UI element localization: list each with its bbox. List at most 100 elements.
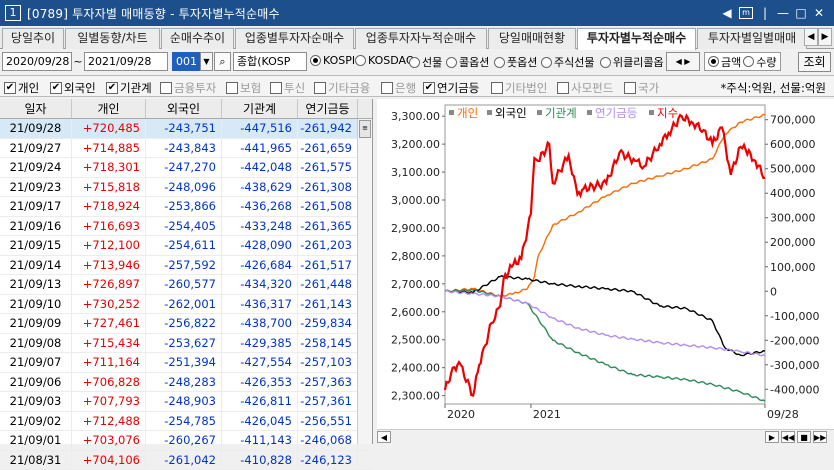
table-row[interactable]: 21/09/16+716,693-254,405-433,248-261,365: [0, 217, 372, 237]
prev-arrow-icon[interactable]: ◀: [718, 6, 736, 20]
tab-investor-cumulative[interactable]: 투자자별누적순매수: [577, 28, 696, 50]
table-row[interactable]: 21/09/14+713,946-257,592-426,684-261,517: [0, 256, 372, 276]
tab-intraday-status[interactable]: 당일매매현황: [488, 28, 576, 49]
radio-amount-dot[interactable]: [708, 56, 719, 67]
table-row[interactable]: 21/09/07+711,164-251,394-427,554-257,103: [0, 353, 372, 373]
tab-left-icon[interactable]: ◀: [804, 28, 818, 46]
filter-trust-checkbox[interactable]: [270, 82, 282, 94]
table-row[interactable]: 21/09/13+726,897-260,577-434,320-261,448: [0, 275, 372, 295]
filter-other-corp-checkbox[interactable]: [491, 82, 503, 94]
table-row[interactable]: 21/09/10+730,252-262,001-436,317-261,143: [0, 295, 372, 315]
table-row[interactable]: 21/09/03+707,793-248,903-426,811-257,361: [0, 392, 372, 412]
filter-private-fund[interactable]: 사모펀드: [557, 80, 613, 96]
tab-sector-cumulative[interactable]: 업종투자자누적순매수: [355, 28, 487, 49]
stop-icon[interactable]: ■: [797, 431, 811, 443]
filter-trust[interactable]: 투신: [270, 80, 305, 96]
query-button[interactable]: 조회: [798, 52, 831, 72]
radio-kospi-dot[interactable]: [310, 55, 321, 66]
header-pension[interactable]: 연기금등: [298, 99, 358, 118]
header-institution[interactable]: 기관계: [222, 99, 298, 118]
date-to-input[interactable]: 2021/09/28: [84, 52, 168, 71]
filter-pension-checkbox[interactable]: ✔: [423, 82, 435, 94]
scroll-thumb[interactable]: ≡: [359, 120, 371, 138]
radio-stock-futures[interactable]: 주식선물: [541, 54, 594, 70]
filter-foreign[interactable]: ✔외국인: [50, 80, 96, 96]
header-date[interactable]: 일자: [0, 99, 72, 118]
tab-sector-investor[interactable]: 업종별투자자순매수: [235, 28, 354, 49]
radio-weekly-call[interactable]: 위클리콜옵: [600, 54, 664, 70]
filter-individual-checkbox[interactable]: ✔: [4, 82, 16, 94]
filter-insurance-checkbox[interactable]: [226, 82, 238, 94]
radio-call-dot[interactable]: [446, 57, 457, 68]
filter-foreign-checkbox[interactable]: ✔: [50, 82, 62, 94]
tab-daily-trend[interactable]: 당일추이: [2, 28, 64, 49]
search-icon[interactable]: ⌕: [214, 52, 231, 71]
header-individual[interactable]: 개인: [72, 99, 146, 118]
scroll-last-icon[interactable]: ▶▶: [813, 431, 827, 443]
filter-government[interactable]: 국가: [624, 80, 659, 96]
filter-private-fund-checkbox[interactable]: [557, 82, 569, 94]
filter-other-corp[interactable]: 기타법인: [491, 80, 547, 96]
memo-icon[interactable]: m: [739, 7, 753, 19]
table-row[interactable]: 21/09/23+715,818-248,096-438,629-261,308: [0, 178, 372, 198]
radio-kosdaq[interactable]: KOSDAQ: [355, 54, 415, 67]
radio-kosdaq-dot[interactable]: [355, 55, 366, 66]
cell-pension: -257,103: [298, 353, 358, 372]
filter-bank-checkbox[interactable]: [381, 82, 393, 94]
filter-insurance[interactable]: 보험: [226, 80, 261, 96]
table-row[interactable]: 21/09/27+714,885-243,843-441,965-261,659: [0, 139, 372, 159]
filter-bank[interactable]: 은행: [381, 80, 416, 96]
filter-individual-label: 개인: [18, 80, 39, 96]
radio-put-dot[interactable]: [494, 57, 505, 68]
radio-kospi[interactable]: KOSPI: [310, 54, 355, 67]
chart-scrollbar[interactable]: ◀ ▶ ◀◀ ■ ▶▶: [377, 429, 834, 444]
pin-icon[interactable]: |: [756, 6, 774, 20]
filter-pension[interactable]: ✔연기금등: [423, 80, 479, 96]
table-row[interactable]: 21/09/06+706,828-248,283-426,353-257,363: [0, 373, 372, 393]
table-row[interactable]: 21/09/15+712,100-254,611-428,090-261,203: [0, 236, 372, 256]
filter-other-finance-checkbox[interactable]: [314, 82, 326, 94]
table-row[interactable]: 21/08/31+704,106-261,042-410,828-246,123: [0, 451, 372, 470]
table-row[interactable]: 21/09/02+712,488-254,785-426,045-256,551: [0, 412, 372, 432]
table-scrollbar[interactable]: ≡: [357, 119, 372, 444]
filter-financial-checkbox[interactable]: [160, 82, 172, 94]
close-icon[interactable]: ✕: [810, 6, 828, 20]
tab-daily-chart[interactable]: 일별동향/차트: [65, 28, 160, 49]
filter-other-finance[interactable]: 기타금융: [314, 80, 370, 96]
radio-weekly-dot[interactable]: [600, 57, 611, 68]
chart-panel: 3,300.003,200.003,100.003,000.002,900.00…: [377, 99, 834, 444]
right-tick-label: -300,000: [770, 359, 819, 372]
radio-call-option[interactable]: 콜옵션: [446, 54, 489, 70]
scroll-left-icon[interactable]: ◀: [377, 431, 391, 443]
table-row[interactable]: 21/09/28+720,485-243,751-447,516-261,942: [0, 119, 372, 139]
tab-investor-daily[interactable]: 투자자별일별매매: [697, 28, 807, 49]
radio-stock-futures-dot[interactable]: [541, 57, 552, 68]
table-row[interactable]: 21/09/08+715,434-253,627-429,385-258,145: [0, 334, 372, 354]
tab-net-buy-trend[interactable]: 순매수추이: [161, 28, 234, 49]
filter-institution[interactable]: ✔기관계: [106, 80, 152, 96]
market-arrows[interactable]: ◀ ▶: [666, 52, 700, 71]
table-row[interactable]: 21/09/01+703,076-260,267-411,143-246,068: [0, 431, 372, 451]
scroll-first-icon[interactable]: ◀◀: [781, 431, 795, 443]
table-row[interactable]: 21/09/24+718,301-247,270-442,048-261,575: [0, 158, 372, 178]
table-row[interactable]: 21/09/17+718,924-253,866-436,268-261,508: [0, 197, 372, 217]
header-foreign[interactable]: 외국인: [146, 99, 222, 118]
scroll-right-icon[interactable]: ▶: [765, 431, 779, 443]
radio-put-option[interactable]: 풋옵션: [494, 54, 537, 70]
table-row[interactable]: 21/09/09+727,461-256,822-438,700-259,834: [0, 314, 372, 334]
radio-futures[interactable]: 선물: [409, 54, 442, 70]
filter-institution-checkbox[interactable]: ✔: [106, 82, 118, 94]
filter-individual[interactable]: ✔개인: [4, 80, 39, 96]
radio-futures-dot[interactable]: [409, 57, 420, 68]
minimize-icon[interactable]: —: [774, 6, 792, 20]
market-dropdown-icon[interactable]: ▼: [200, 52, 213, 71]
date-from-input[interactable]: 2020/09/28: [2, 52, 72, 71]
cell-institution: -411,143: [222, 431, 298, 450]
tab-right-icon[interactable]: ▶: [818, 28, 832, 46]
right-tick-label: 500,000: [770, 163, 816, 176]
filter-financial-investment[interactable]: 금융투자: [160, 80, 216, 96]
maximize-icon[interactable]: □: [792, 6, 810, 20]
radio-quantity-dot[interactable]: [743, 56, 754, 67]
market-code-input[interactable]: 001: [172, 52, 200, 71]
filter-government-checkbox[interactable]: [624, 82, 636, 94]
